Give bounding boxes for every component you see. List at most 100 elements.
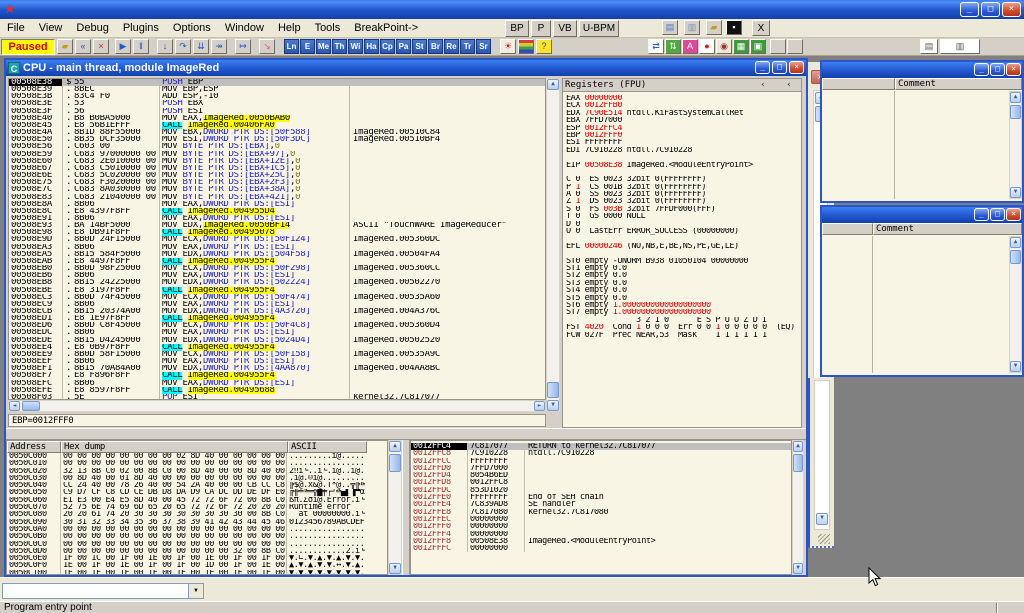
close-button[interactable]: × (1002, 2, 1021, 17)
register-line[interactable]: ECX 0012FFB0 (566, 102, 801, 109)
register-line[interactable]: O 0 LastErr ERROR_SUCCESS (00000000) (566, 228, 801, 235)
register-line[interactable]: FCW 027F Prec NEAR,53 Mask 1 1 1 1 1 1 (566, 332, 801, 339)
register-line[interactable]: FST 4020 Cond 1 0 0 0 Err 0 0 1 0 0 0 0 … (566, 324, 801, 331)
folder-button[interactable]: ▰ (706, 20, 722, 35)
register-line[interactable]: S 0 FS 003B 32bit 7FFDF000(FFF) (566, 206, 801, 213)
stack-row[interactable]: 0012FFC87C910228ntdll.7C910228 (411, 450, 791, 457)
plugin-button-bp[interactable]: BP (505, 20, 529, 37)
scroll-right-icon[interactable]: ► (534, 401, 545, 411)
dump-row[interactable]: 0050C07052 75 6E 74 69 6D 65 20 65 72 72… (7, 504, 387, 511)
toolbar-me-button[interactable]: Me (316, 39, 331, 54)
scrollbar[interactable]: ▲ ▼ (1009, 91, 1022, 199)
stack-row[interactable]: 0012FFC47C817077RETURN to kernel32.7C817… (411, 443, 791, 450)
disasm-row[interactable]: 00508E8C.E8 4397F8FFCALL ImageRed.004955… (9, 208, 545, 215)
scroll-up-icon[interactable]: ▲ (1010, 237, 1021, 248)
disasm-row[interactable]: 00508E93.BA 14BF5000MOV EDX,ImageRed.005… (9, 222, 545, 229)
disasm-row[interactable]: 00508E67.C683 C5010000 00MOV BYTE PTR DS… (9, 165, 545, 172)
disasm-row[interactable]: 00508E75.C683 F3020000 00MOV BYTE PTR DS… (9, 179, 545, 186)
disasm-row[interactable]: 00508EC3.8B0D 74F45000MOV ECX,DWORD PTR … (9, 294, 545, 301)
maximize-button[interactable]: □ (990, 208, 1005, 221)
stack-vscrollbar[interactable]: ▲ ▼ (792, 440, 804, 575)
disassembly-pane[interactable]: 00508E38$55PUSH EBP00508E39.8BECMOV EBP,… (8, 78, 546, 400)
restart-button[interactable]: « (75, 39, 91, 54)
disasm-row[interactable]: 00508EA3.8B06MOV EAX,DWORD PTR DS:[ESI] (9, 244, 545, 251)
register-line[interactable] (566, 235, 801, 242)
register-line[interactable]: ST1 empty 0.0 (566, 265, 801, 272)
scroll-down-icon[interactable]: ▼ (389, 563, 401, 574)
register-line[interactable]: ST4 empty 0.0 (566, 287, 801, 294)
disasm-row[interactable]: 00508EFC.8B06MOV EAX,DWORD PTR DS:[ESI] (9, 380, 545, 387)
dump-row[interactable]: 0050C0A000 00 00 00 00 00 00 00 00 00 00… (7, 526, 387, 533)
stack-row[interactable]: 0012FFDC853D1020 (411, 487, 791, 494)
disasm-row[interactable]: 00508E38$55PUSH EBP (9, 79, 545, 86)
minimize-button[interactable]: _ (974, 63, 989, 76)
disasm-row[interactable]: 00508EFE.E8 8597F8FFCALL ImageRed.004956… (9, 387, 545, 394)
close-button[interactable]: × (1006, 208, 1021, 221)
registers-pane[interactable]: Registers (FPU) ‹ ‹ EAX 00000000ECX 0012… (562, 78, 802, 428)
scroll-up-icon[interactable]: ▲ (1010, 92, 1021, 103)
dropdown-arrow-icon[interactable]: ▼ (188, 584, 203, 598)
disassembly-hscrollbar[interactable]: ◄ ► (8, 400, 546, 412)
comment-window-1-content[interactable]: ▲ ▼ (822, 91, 1022, 199)
register-line[interactable]: T 0 GS 0000 NULL (566, 213, 801, 220)
cpu-titlebar[interactable]: C CPU - main thread, module ImageRed _ □… (6, 60, 806, 76)
disasm-row[interactable]: 00508E4A.8B1D 88F55000MOV EBX,DWORD PTR … (9, 129, 545, 136)
help-button[interactable]: ? (536, 39, 552, 54)
updown-button[interactable]: ⇅ (665, 39, 681, 54)
plugin-button-vb[interactable]: VB (553, 20, 577, 37)
menu-window[interactable]: Window (218, 20, 271, 36)
disasm-row[interactable]: 00508EAB.E8 4497F8FFCALL ImageRed.004955… (9, 258, 545, 265)
toolbar-wi-button[interactable]: Wi (348, 39, 363, 54)
menu-view[interactable]: View (32, 20, 70, 36)
toolbar-ha-button[interactable]: Ha (364, 39, 379, 54)
register-line[interactable]: EAX 00000000 (566, 95, 801, 102)
scroll-thumb[interactable] (22, 401, 40, 411)
menu-plugins[interactable]: Plugins (116, 20, 166, 36)
colors-button[interactable] (518, 39, 534, 54)
menu-help[interactable]: Help (271, 20, 308, 36)
play-button[interactable]: ▶ (115, 39, 131, 54)
pane-splitter[interactable] (6, 428, 806, 440)
register-line[interactable]: ST3 empty 0.0 (566, 280, 801, 287)
disasm-row[interactable]: 00508EE9.8B0D 58F15000MOV ECX,DWORD PTR … (9, 351, 545, 358)
scroll-down-icon[interactable]: ▼ (1010, 361, 1021, 372)
toolbar-e-button[interactable]: E (300, 39, 315, 54)
scroll-down-icon[interactable]: ▼ (793, 563, 803, 574)
stack-row[interactable]: 0012FFEC00000000 (411, 516, 791, 523)
exec-return-button[interactable]: ↦ (235, 39, 251, 54)
scroll-down-icon[interactable]: ▼ (816, 513, 828, 525)
blank-button-1[interactable] (770, 39, 786, 54)
register-line[interactable]: A 0 SS 0023 32bit 0(FFFFFFFF) (566, 191, 801, 198)
scroll-thumb[interactable] (793, 454, 803, 472)
dump-row[interactable]: 0050C0E01F 00 1C 00 1F 00 1E 00 1F 00 1E… (7, 555, 387, 562)
stack-row[interactable]: 0012FFD48054B6ED (411, 472, 791, 479)
disasm-row[interactable]: 00508E3B.83C4 F0ADD ESP,-10 (9, 93, 545, 100)
disasm-row[interactable]: 00508E56.C603 00MOV BYTE PTR DS:[EBX],0 (9, 143, 545, 150)
register-line[interactable]: ST2 empty 0.0 (566, 272, 801, 279)
dump-row[interactable]: 0050C03000 8D 40 00 01 8D 40 00 00 00 00… (7, 475, 387, 482)
stack-row[interactable]: 0012FFF000000000 (411, 523, 791, 530)
scroll-down-icon[interactable]: ▼ (1010, 187, 1021, 198)
restore-button[interactable]: □ (772, 61, 787, 74)
disasm-row[interactable]: 00508E45.E8 56B1EFFFCALL ImageRed.00406F… (9, 122, 545, 129)
blank-button-2[interactable] (787, 39, 803, 54)
register-line[interactable]: 3 2 1 0 E S P U O Z D I (566, 317, 801, 324)
settings-button[interactable]: ☀ (500, 39, 516, 54)
notes-button[interactable]: ▥ (684, 20, 700, 35)
animate-over-button[interactable]: ↠ (211, 39, 227, 54)
register-line[interactable]: ST7 empty 1.0000000000000000000 (566, 309, 801, 316)
disasm-row[interactable]: 00508EE4.E8 0B97F8FFCALL ImageRed.004955… (9, 344, 545, 351)
close-button[interactable]: × (789, 61, 804, 74)
register-line[interactable] (566, 169, 801, 176)
disasm-row[interactable]: 00508EA5.8B15 584F5000MOV EDX,DWORD PTR … (9, 251, 545, 258)
stack-row[interactable]: 0012FFF800508E38ImageRed.<ModuleEntryPoi… (411, 538, 791, 545)
scroll-thumb[interactable] (1010, 250, 1021, 264)
dump-vscrollbar[interactable]: ▲ ▼ (388, 440, 402, 575)
disasm-row[interactable]: 00508E6E.C683 5C020000 00MOV BYTE PTR DS… (9, 172, 545, 179)
register-line[interactable]: ST6 empty 1.0000000000000000000 (566, 302, 801, 309)
toolbar-tr-button[interactable]: Tr (460, 39, 475, 54)
menu-tools[interactable]: Tools (308, 20, 348, 36)
disasm-row[interactable]: 00508EB6.8B06MOV EAX,DWORD PTR DS:[ESI] (9, 272, 545, 279)
register-line[interactable]: Z 1 DS 0023 32bit 0(FFFFFFFF) (566, 198, 801, 205)
disasm-row[interactable]: 00508EDC.8B06MOV EAX,DWORD PTR DS:[ESI] (9, 329, 545, 336)
